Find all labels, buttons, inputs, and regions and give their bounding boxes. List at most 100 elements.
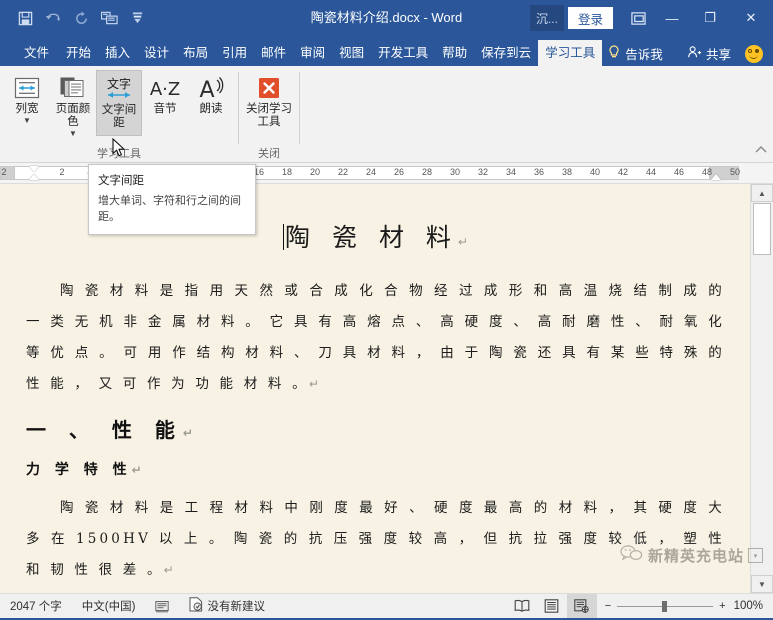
feedback-smiley-icon[interactable] xyxy=(745,45,763,63)
ruler-number: 28 xyxy=(421,167,433,177)
close-learning-tools-button[interactable]: 关闭学习工具 xyxy=(243,70,295,136)
tooltip-title: 文字间距 xyxy=(98,175,144,187)
tab-developer[interactable]: 开发工具 xyxy=(371,40,435,66)
tab-learning-tools[interactable]: 学习工具 xyxy=(538,40,603,66)
scroll-up-button[interactable]: ▲ xyxy=(751,184,773,202)
ruler-number: 46 xyxy=(673,167,685,177)
ribbon-tab-strip: 文件 开始 插入 设计 布局 引用 邮件 审阅 视图 开发工具 帮助 保存到云 … xyxy=(0,36,773,66)
group-label-close: 关闭 xyxy=(258,148,280,160)
ruler-number: 26 xyxy=(393,167,405,177)
column-width-dropdown-icon[interactable]: ▼ xyxy=(23,117,31,125)
page-color-button[interactable]: 页面颜色 ▼ xyxy=(50,70,96,138)
page-color-dropdown-icon[interactable]: ▼ xyxy=(69,130,77,138)
ribbon-group-close: 关闭学习工具 关闭 xyxy=(239,66,299,162)
text-caret xyxy=(283,224,285,250)
print-preview-icon[interactable] xyxy=(96,6,122,30)
read-aloud-label: 朗读 xyxy=(199,103,223,115)
undo-icon[interactable] xyxy=(40,6,66,30)
tab-design[interactable]: 设计 xyxy=(137,40,176,66)
text-spacing-tooltip: 文字间距 增大单词、字符和行之间的间距。 xyxy=(88,164,256,235)
ruler-number: 44 xyxy=(645,167,657,177)
column-width-label: 列宽 xyxy=(15,103,39,115)
word-count[interactable]: 2047 个字 xyxy=(0,594,72,618)
print-layout-icon[interactable] xyxy=(537,594,567,618)
close-red-x-icon xyxy=(256,73,282,103)
zoom-level[interactable]: 100% xyxy=(734,600,773,612)
learning-tools-buttons: 列宽 ▼ 页面颜色 ▼ 文字 文字间距 A·Z 音节 A 朗读 xyxy=(0,66,238,147)
close-button[interactable]: ✕ xyxy=(729,0,773,36)
watermark-dropdown-icon[interactable]: ▾ xyxy=(748,548,763,563)
svg-text:A·Z: A·Z xyxy=(150,79,180,100)
tab-view[interactable]: 视图 xyxy=(332,40,371,66)
tab-mailings[interactable]: 邮件 xyxy=(254,40,293,66)
collapse-ribbon-icon[interactable] xyxy=(755,145,767,158)
document-area: 陶 瓷 材 料↵ 陶 瓷 材 料 是 指 用 天 然 或 合 成 化 合 物 经… xyxy=(0,184,773,593)
share-person-icon xyxy=(687,45,702,62)
syllables-icon: A·Z xyxy=(148,73,182,103)
suggestions-status[interactable]: 没有新建议 xyxy=(179,594,275,618)
heading-text: 一 、 性 能 xyxy=(26,418,183,442)
ribbon-display-options-icon[interactable] xyxy=(623,0,653,36)
restore-button[interactable]: ❐ xyxy=(691,0,729,36)
save-icon[interactable] xyxy=(12,6,38,30)
ruler-number: 20 xyxy=(309,167,321,177)
vertical-scrollbar[interactable]: ▲ ▼ xyxy=(750,184,773,593)
document-page[interactable]: 陶 瓷 材 料↵ 陶 瓷 材 料 是 指 用 天 然 或 合 成 化 合 物 经… xyxy=(0,184,751,593)
ribbon-group-divider-2 xyxy=(299,72,300,144)
suggestions-icon xyxy=(189,597,203,615)
close-group-buttons: 关闭学习工具 xyxy=(239,66,299,147)
ruler-number: 22 xyxy=(337,167,349,177)
scrollbar-thumb[interactable] xyxy=(753,203,771,255)
pilcrow-mark: ↵ xyxy=(182,426,193,440)
lightbulb-icon xyxy=(608,44,620,62)
pilcrow-mark: ↵ xyxy=(457,235,468,249)
language-indicator[interactable]: 中文(中国) xyxy=(72,594,146,618)
tab-help[interactable]: 帮助 xyxy=(435,40,474,66)
ruler-number: 50 xyxy=(729,167,741,177)
tab-references[interactable]: 引用 xyxy=(215,40,254,66)
tab-insert[interactable]: 插入 xyxy=(98,40,137,66)
read-aloud-button[interactable]: A 朗读 xyxy=(188,70,234,136)
tab-save-to-cloud[interactable]: 保存到云 xyxy=(474,40,538,66)
tab-home[interactable]: 开始 xyxy=(59,40,98,66)
share-button[interactable]: 共享 xyxy=(679,40,739,66)
right-indent-marker[interactable] xyxy=(711,174,721,180)
paragraph-text: 陶 瓷 材 料 是 指 用 天 然 或 合 成 化 合 物 经 过 成 形 和 … xyxy=(26,283,725,392)
ruler-number: 30 xyxy=(449,167,461,177)
scroll-down-button[interactable]: ▼ xyxy=(751,575,773,593)
hanging-indent-marker[interactable] xyxy=(29,174,39,180)
zoom-slider[interactable]: − + xyxy=(597,600,734,612)
proofing-errors-icon[interactable] xyxy=(145,594,179,618)
zoom-thumb[interactable] xyxy=(662,600,668,612)
redo-icon[interactable] xyxy=(68,6,94,30)
minimize-button[interactable]: — xyxy=(653,0,691,36)
tab-layout[interactable]: 布局 xyxy=(176,40,215,66)
zoom-track[interactable] xyxy=(617,600,714,612)
title-bar: 陶瓷材料介绍.docx - Word 沉... 登录 — ❐ ✕ xyxy=(0,0,773,36)
customize-qat-icon[interactable] xyxy=(124,6,150,30)
sign-in-button[interactable]: 登录 xyxy=(567,7,613,29)
status-bar: 2047 个字 中文(中国) 没有新建议 − + 100% xyxy=(0,593,773,618)
tell-me-box[interactable]: 告诉我 xyxy=(602,40,669,66)
watermark-text: 新精英充电站 xyxy=(647,548,744,565)
immersive-reader-button[interactable]: 沉... xyxy=(529,5,564,31)
syllables-button[interactable]: A·Z 音节 xyxy=(142,70,188,136)
text-spacing-button[interactable]: 文字 文字间距 xyxy=(96,70,142,136)
zoom-out-button[interactable]: − xyxy=(605,600,611,612)
tab-review[interactable]: 审阅 xyxy=(293,40,332,66)
quick-access-toolbar xyxy=(0,6,150,30)
text-spacing-label: 文字间距 xyxy=(101,104,137,129)
syllables-label: 音节 xyxy=(153,103,177,115)
first-line-indent-marker[interactable] xyxy=(29,166,39,172)
web-layout-icon[interactable] xyxy=(566,594,597,618)
ruler-number: 38 xyxy=(561,167,573,177)
column-width-button[interactable]: 列宽 ▼ xyxy=(4,70,50,136)
suggestions-label: 没有新建议 xyxy=(207,601,265,613)
ruler-number: 40 xyxy=(589,167,601,177)
wechat-icon xyxy=(620,544,644,567)
tab-file[interactable]: 文件 xyxy=(14,40,59,66)
zoom-in-button[interactable]: + xyxy=(719,600,725,612)
ruler-number: 42 xyxy=(617,167,629,177)
read-mode-icon[interactable] xyxy=(507,594,537,618)
ruler-number: 2 xyxy=(1,167,7,177)
